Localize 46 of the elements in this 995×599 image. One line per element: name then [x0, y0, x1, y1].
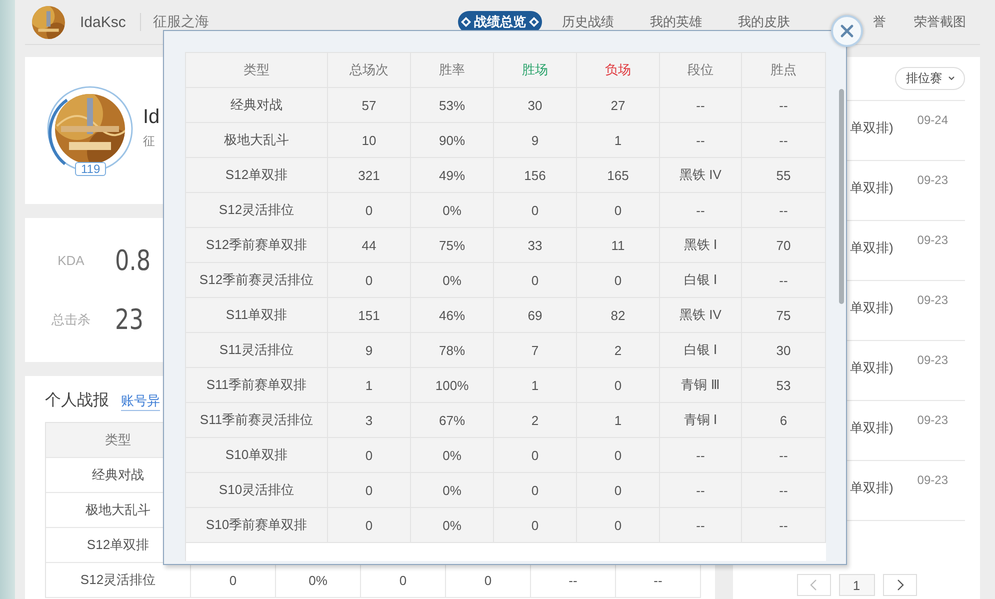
- server-name: 征: [143, 132, 156, 150]
- match-date: 09-23: [917, 413, 948, 427]
- table-cell: 0: [494, 508, 577, 543]
- nav-tab[interactable]: 历史战绩: [544, 11, 632, 33]
- nav-tab[interactable]: 誉: [808, 11, 896, 33]
- match-date: 09-23: [917, 353, 948, 367]
- chevron-right-icon: [896, 579, 904, 591]
- table-cell: 0: [577, 508, 660, 543]
- stat-label: 总击杀: [50, 310, 92, 328]
- nav-tab[interactable]: 荣誉截图: [896, 11, 984, 33]
- match-mode: 单双排): [850, 359, 894, 377]
- match-date: 09-24: [917, 113, 948, 127]
- chevron-left-icon: [810, 579, 818, 591]
- section-title: 个人战报: [45, 391, 109, 411]
- match-mode: 单双排): [850, 419, 894, 437]
- nav-tab[interactable]: 我的皮肤: [720, 11, 808, 33]
- stat-value: 23: [115, 303, 144, 336]
- previous-page-button[interactable]: [796, 574, 830, 596]
- match-date: 09-23: [917, 233, 948, 247]
- table-cell: --: [660, 508, 742, 543]
- stat-value: 0.8: [115, 244, 151, 277]
- player-name: Id: [143, 106, 160, 128]
- stat-label: KDA: [56, 253, 86, 268]
- close-icon: [840, 24, 854, 38]
- diamond-icon: [461, 17, 471, 27]
- nav-tab[interactable]: 我的英雄: [632, 11, 720, 33]
- account-link[interactable]: 账号异: [121, 392, 160, 411]
- table-cell: S10季前赛单双排: [186, 508, 328, 543]
- match-mode: 单双排): [850, 299, 894, 317]
- filter-dropdown[interactable]: 排位赛: [895, 67, 965, 90]
- diamond-icon: [529, 17, 539, 27]
- chevron-down-icon: [948, 76, 955, 81]
- match-mode: 单双排): [850, 479, 894, 497]
- level-badge: 119: [75, 162, 106, 176]
- table-cell: 0: [328, 508, 411, 543]
- next-page-button[interactable]: [882, 574, 916, 596]
- page-button[interactable]: 1: [838, 574, 874, 596]
- table-cell: 0%: [411, 508, 494, 543]
- match-date: 09-23: [917, 173, 948, 187]
- username: IdaKsc: [80, 14, 126, 30]
- match-date: 09-23: [917, 473, 948, 487]
- match-mode: 单双排): [850, 119, 894, 137]
- table-cell: --: [742, 508, 826, 543]
- match-mode: 单双排): [850, 179, 894, 197]
- match-mode: 单双排): [850, 239, 894, 257]
- match-date: 09-23: [917, 293, 948, 307]
